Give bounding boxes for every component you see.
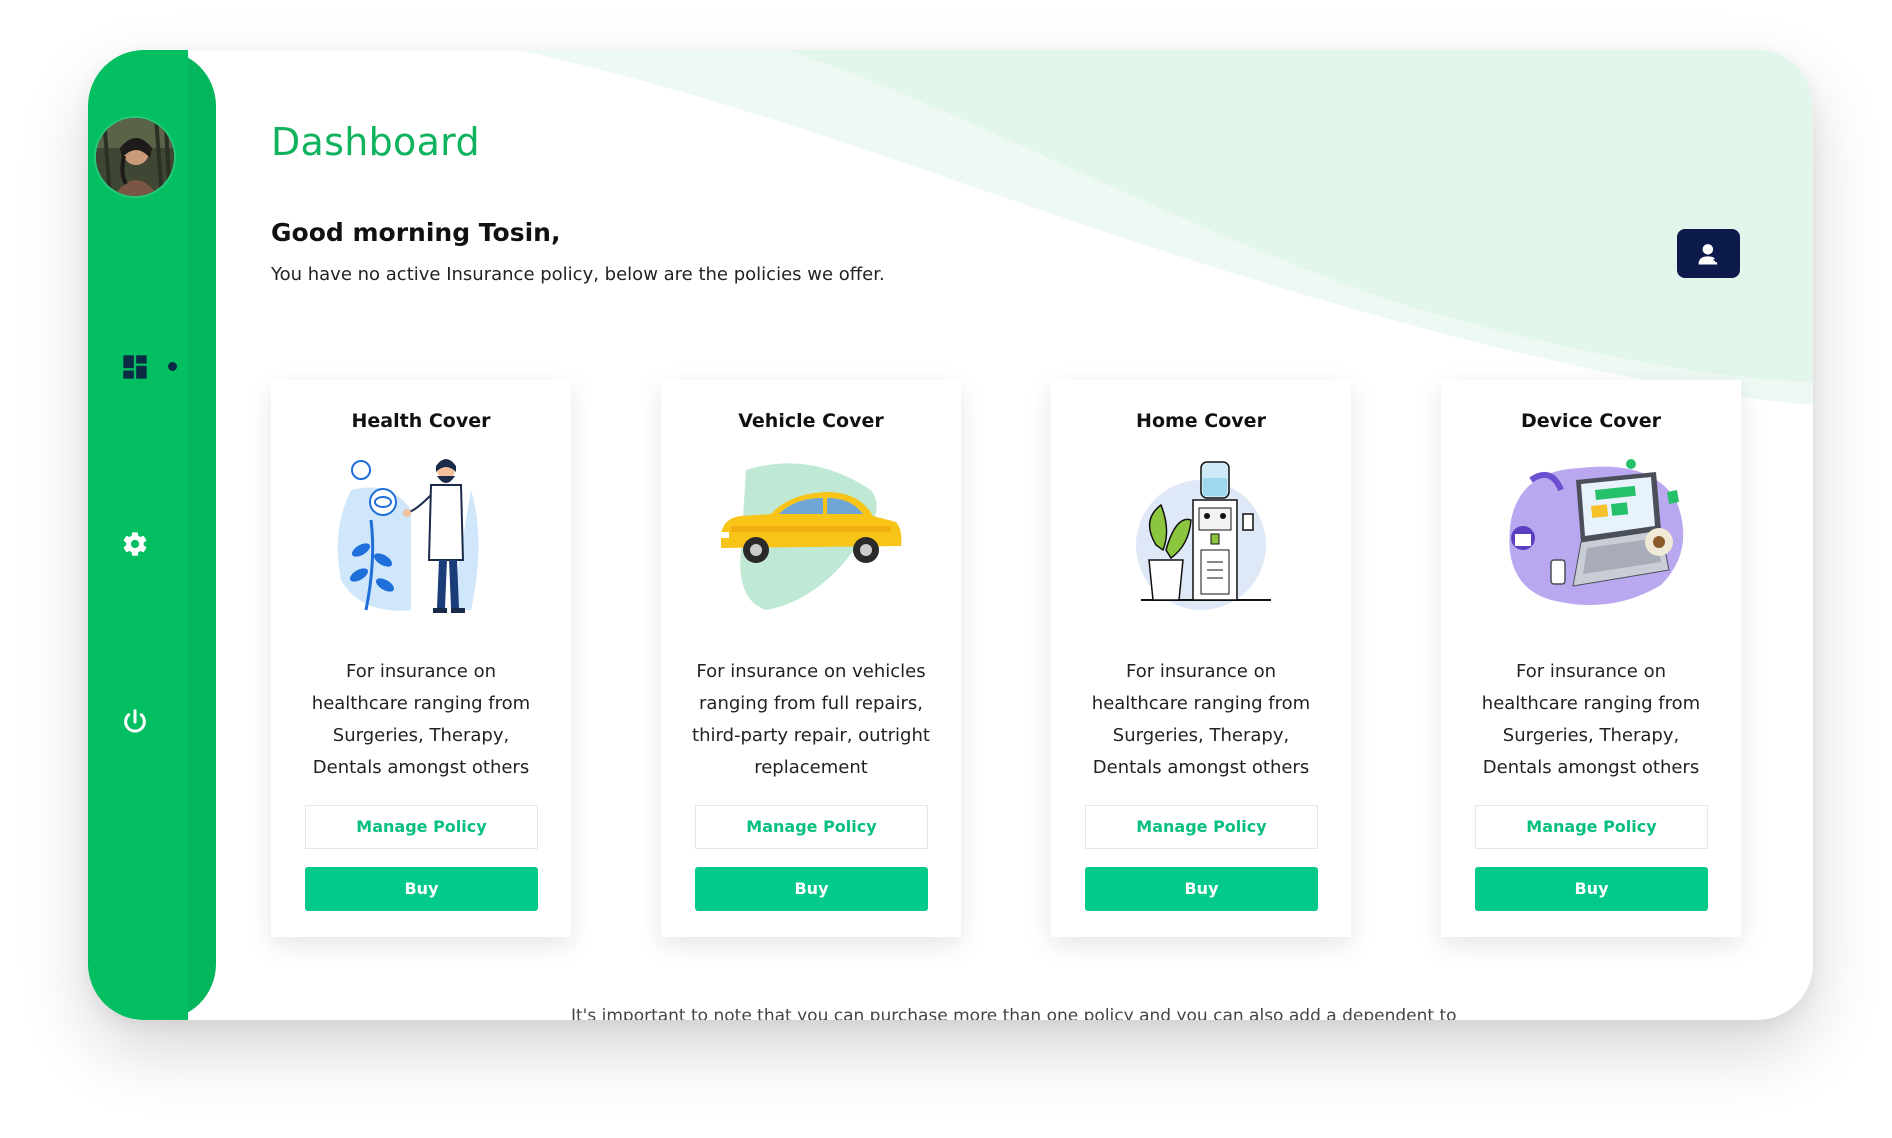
buy-button[interactable]: Buy bbox=[695, 867, 928, 911]
avatar-photo bbox=[96, 118, 174, 196]
card-title: Health Cover bbox=[351, 410, 491, 432]
policy-card-home: Home Cover For insurance on healthcare r… bbox=[1051, 380, 1351, 937]
card-title: Device Cover bbox=[1521, 410, 1661, 432]
manage-policy-button[interactable]: Manage Policy bbox=[1475, 805, 1708, 849]
car-illustration bbox=[721, 463, 902, 610]
card-description: For insurance on healthcare ranging from… bbox=[311, 661, 531, 778]
policy-card-device: Device Cover For insurance on healthcare… bbox=[1441, 380, 1741, 937]
buy-button[interactable]: Buy bbox=[305, 867, 538, 911]
sidebar-item-dashboard[interactable] bbox=[118, 350, 152, 384]
manage-policy-button[interactable]: Manage Policy bbox=[305, 805, 538, 849]
buy-button[interactable]: Buy bbox=[1475, 867, 1708, 911]
app-window: Dashboard Good morning Tosin, You have n… bbox=[88, 50, 1813, 1020]
page-title: Dashboard bbox=[271, 120, 480, 164]
card-description: For insurance on vehicles ranging from f… bbox=[692, 661, 930, 778]
sidebar-item-settings[interactable] bbox=[118, 527, 152, 561]
card-description: For insurance on healthcare ranging from… bbox=[1481, 661, 1701, 778]
greeting: Good morning Tosin, bbox=[271, 218, 561, 247]
gear-icon bbox=[123, 532, 147, 556]
doctor-illustration bbox=[337, 459, 479, 613]
add-user-icon bbox=[1698, 243, 1718, 264]
policy-card-health: Health Cover For insurance on healthcare… bbox=[271, 380, 571, 937]
policy-card-vehicle: Vehicle Cover For insurance on vehicles … bbox=[661, 380, 961, 937]
home-illustration bbox=[1136, 461, 1271, 610]
manage-policy-button[interactable]: Manage Policy bbox=[1085, 805, 1318, 849]
subtext: You have no active Insurance policy, bel… bbox=[271, 264, 885, 285]
main-content: Dashboard Good morning Tosin, You have n… bbox=[216, 50, 1813, 1020]
sidebar-item-logout[interactable] bbox=[118, 705, 152, 739]
manage-policy-button[interactable]: Manage Policy bbox=[695, 805, 928, 849]
add-dependent-button[interactable] bbox=[1677, 229, 1740, 278]
buy-button[interactable]: Buy bbox=[1085, 867, 1318, 911]
sidebar bbox=[88, 50, 216, 1020]
footnote: It's important to note that you can purc… bbox=[571, 1006, 1457, 1020]
card-description: For insurance on healthcare ranging from… bbox=[1091, 661, 1311, 778]
power-icon bbox=[124, 709, 146, 733]
laptop-illustration bbox=[1509, 459, 1684, 605]
dashboard-icon bbox=[123, 355, 147, 379]
active-indicator bbox=[168, 362, 177, 371]
avatar[interactable] bbox=[96, 118, 174, 196]
card-title: Home Cover bbox=[1136, 410, 1266, 432]
card-title: Vehicle Cover bbox=[738, 410, 884, 432]
